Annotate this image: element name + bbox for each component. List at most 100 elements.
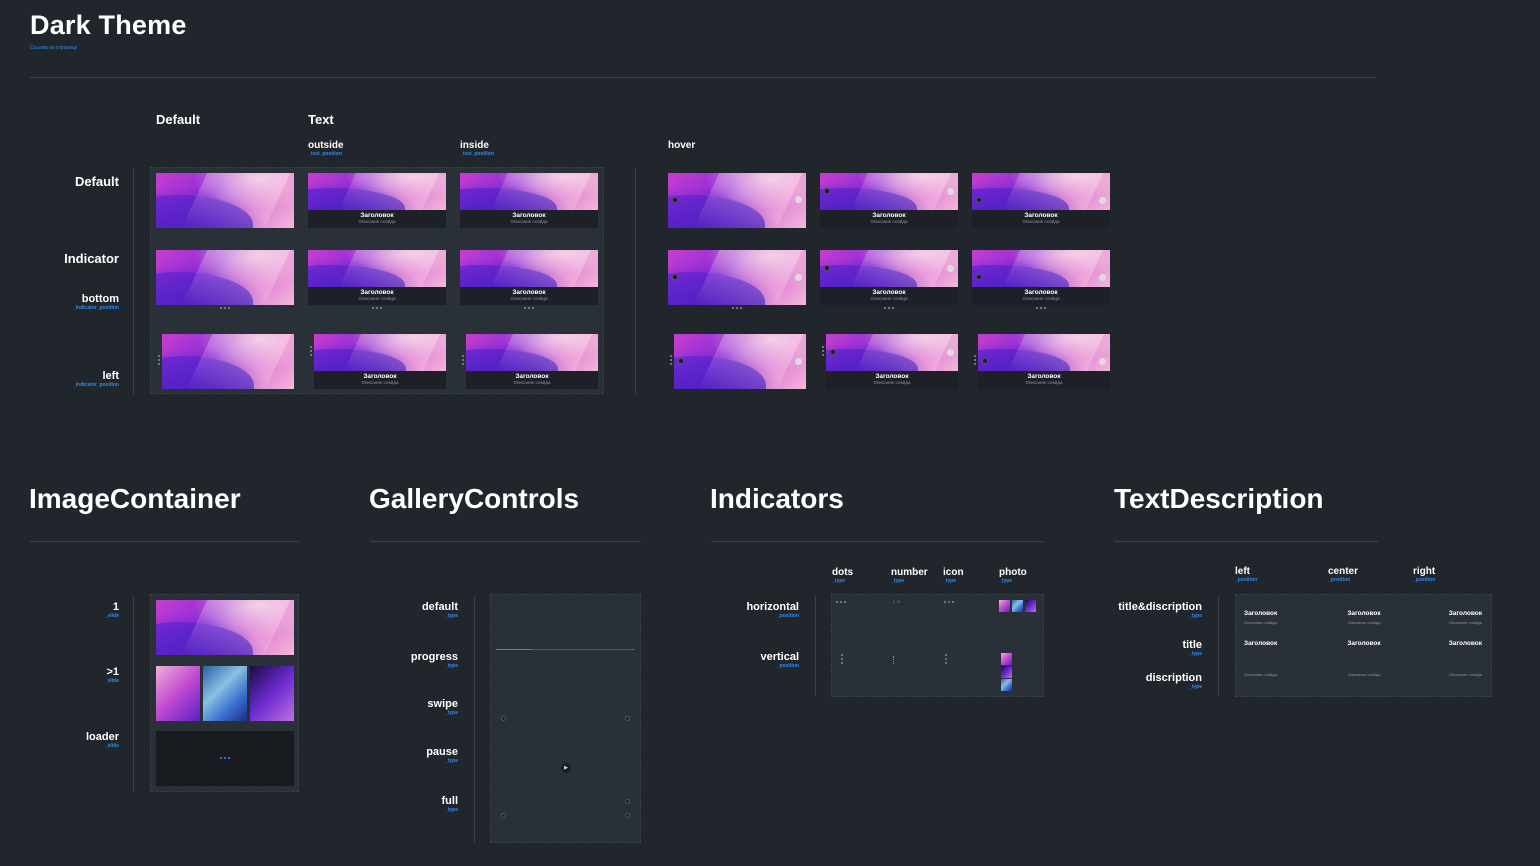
row-title-discription: title&discription _type (1118, 601, 1202, 619)
dots-indicator[interactable] (156, 307, 294, 311)
next-arrow-icon[interactable] (795, 274, 802, 281)
prev-arrow-icon[interactable] (982, 358, 988, 364)
vertical-dots-indicator[interactable] (461, 355, 464, 365)
slide-image (972, 173, 1110, 210)
slide-caption: Заголовок Описание слайда (460, 287, 598, 305)
vertical-dots-indicator[interactable] (669, 355, 672, 365)
slide-image (820, 250, 958, 287)
slide-caption: Заголовок Описание слайда (308, 287, 446, 305)
play-icon[interactable]: ▶ (561, 763, 571, 773)
slide-caption: Заголовок Описание слайда (972, 287, 1110, 305)
prev-arrow-icon[interactable] (672, 197, 678, 203)
prev-arrow-icon[interactable] (824, 265, 830, 271)
next-arrow-icon[interactable] (1099, 197, 1106, 204)
prev-arrow-icon[interactable] (501, 813, 506, 818)
slide-image (826, 334, 958, 371)
vertical-dots-indicator[interactable] (973, 355, 976, 365)
row-title: title _type (1182, 639, 1202, 657)
vertical-dots-indicator[interactable] (821, 346, 824, 356)
horizontal-dots-indicator[interactable] (836, 601, 854, 605)
col-left: left _position (1235, 566, 1258, 583)
col-right: right _position (1413, 566, 1436, 583)
text-description-title: TextDescription (1114, 483, 1324, 514)
vertical-dots-indicator[interactable] (840, 654, 843, 664)
control-label-full: full _type (441, 795, 459, 813)
prev-arrow-icon[interactable] (678, 358, 684, 364)
col-hover-label: hover (668, 140, 696, 151)
slide-caption: Заголовок Описание слайда (826, 371, 958, 389)
vertical-dots-indicator[interactable] (309, 346, 312, 356)
text-left-title-desc: Заголовок Описание слайда (1244, 610, 1278, 625)
gallery-controls-panel (490, 594, 641, 843)
dots-indicator[interactable] (308, 307, 446, 311)
photo-indicator-thumb[interactable] (1001, 653, 1012, 665)
control-label-pause: pause _type (426, 746, 458, 764)
slide-image (674, 334, 806, 389)
photo-indicator-thumb[interactable] (1025, 600, 1036, 612)
row-divider (1218, 596, 1219, 696)
swipe-right-icon[interactable] (625, 716, 630, 721)
fullscreen-icon[interactable] (625, 799, 630, 804)
col-dots: dots _type (832, 567, 854, 584)
photo-indicator-thumb[interactable] (999, 600, 1010, 612)
row-vertical: vertical _position (760, 651, 799, 669)
divider (30, 541, 299, 542)
prev-arrow-icon[interactable] (976, 274, 982, 280)
next-arrow-icon[interactable] (625, 813, 630, 818)
prev-arrow-icon[interactable] (976, 197, 982, 203)
text-right-title: Заголовок (1448, 640, 1482, 647)
col-outside-label: outside _text_position (308, 140, 344, 157)
next-arrow-icon[interactable] (947, 265, 954, 272)
vertical-dots-indicator[interactable] (157, 355, 160, 365)
col-inside-label: inside _text_position (460, 140, 494, 157)
slide-image (314, 334, 446, 371)
next-arrow-icon[interactable] (795, 358, 802, 365)
progress-bar (496, 649, 532, 650)
next-arrow-icon[interactable] (795, 196, 802, 203)
thumbnail-image (203, 666, 247, 721)
slide-image (972, 250, 1110, 287)
next-arrow-icon[interactable] (947, 349, 954, 356)
next-arrow-icon[interactable] (947, 188, 954, 195)
thumbnail-image (156, 666, 200, 721)
image-container-title: ImageContainer (29, 483, 241, 514)
next-arrow-icon[interactable] (1099, 358, 1106, 365)
photo-indicator-thumb[interactable] (1001, 666, 1012, 678)
hover-divider (635, 168, 636, 394)
col-icon: icon _type (943, 567, 964, 584)
slide-image (668, 173, 806, 228)
row-divider (133, 168, 134, 394)
slide-image (460, 250, 598, 287)
thumbnail-image (250, 666, 294, 721)
dots-indicator[interactable] (972, 307, 1110, 311)
text-right-title-desc: Заголовок Описание слайда (1448, 610, 1482, 625)
number-indicator: 1 / 3 (893, 600, 900, 604)
row-divider (474, 596, 475, 842)
divider (711, 541, 1044, 542)
prev-arrow-icon[interactable] (824, 188, 830, 194)
dots-indicator[interactable] (668, 307, 806, 311)
slide-image (156, 250, 294, 305)
photo-indicator-thumb[interactable] (1001, 679, 1012, 691)
page-title: Dark Theme (30, 10, 187, 40)
text-left-title: Заголовок (1244, 640, 1278, 647)
loader-dots-icon (156, 757, 294, 761)
photo-indicator-thumb[interactable] (1012, 600, 1023, 612)
swipe-left-icon[interactable] (501, 716, 506, 721)
next-arrow-icon[interactable] (1099, 274, 1106, 281)
text-center-desc: Описание слайда (1347, 672, 1381, 677)
col-text-label: Text (308, 112, 334, 127)
text-left-desc: Описание слайда (1244, 672, 1277, 677)
gallery-controls-title: GalleryControls (369, 483, 580, 514)
vertical-number-indicator (893, 656, 895, 664)
prev-arrow-icon[interactable] (672, 274, 678, 280)
dots-indicator[interactable] (820, 307, 958, 311)
vertical-icon-indicator[interactable] (944, 654, 947, 664)
horizontal-icon-indicator[interactable] (944, 601, 962, 605)
page-link[interactable]: Ссылка на страницу (30, 45, 77, 51)
row-left-label: left _indicator_position (72, 370, 119, 388)
prev-arrow-icon[interactable] (830, 349, 836, 355)
slide-caption: Заголовок Описание слайда (308, 210, 446, 228)
slide-image (668, 250, 806, 305)
dots-indicator[interactable] (460, 307, 598, 311)
